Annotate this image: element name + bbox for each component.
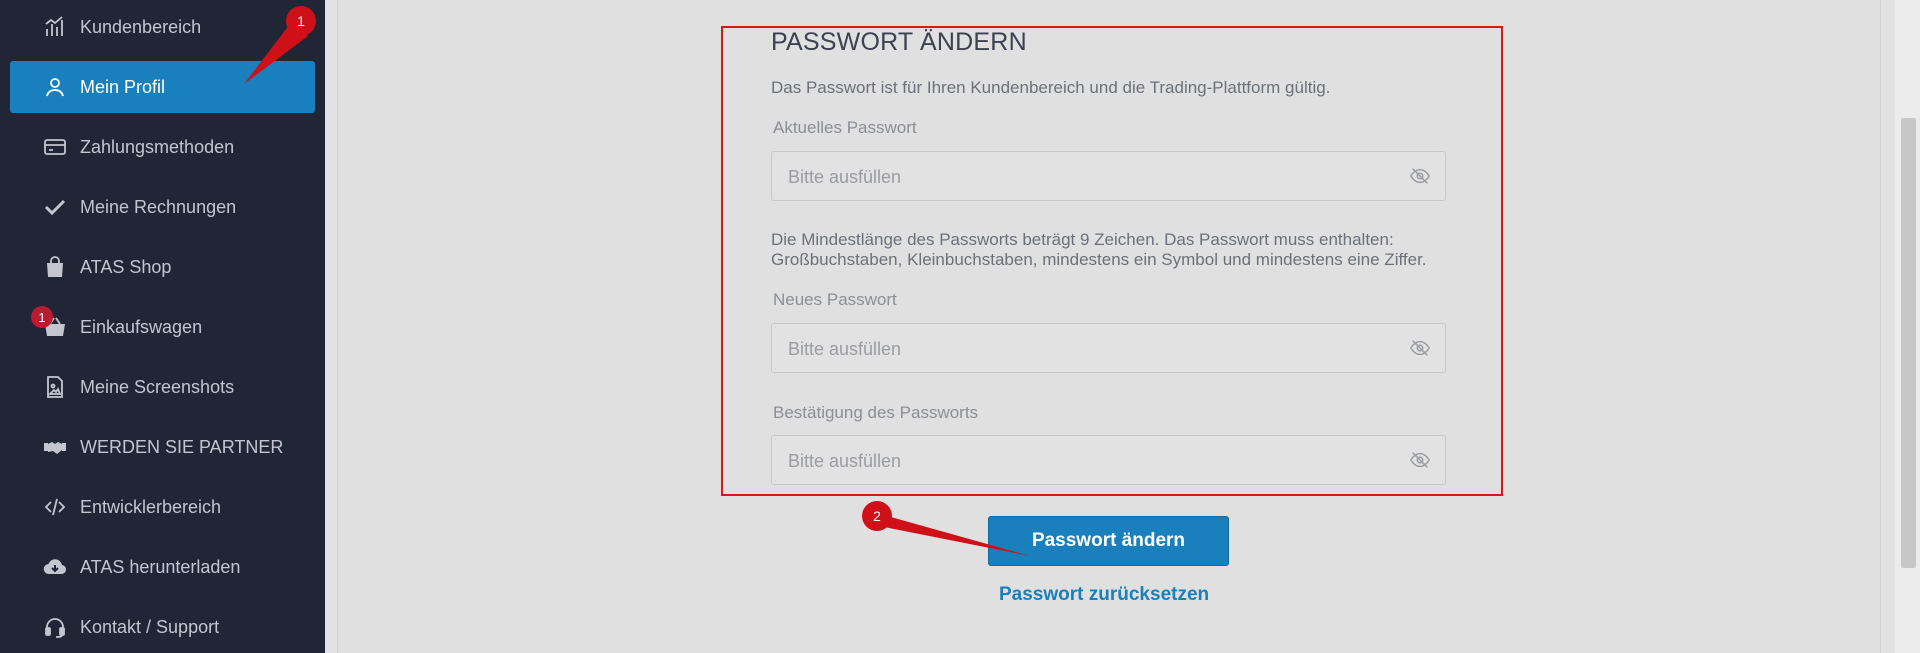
password-requirements-line1: Die Mindestlänge des Passworts beträgt 9…: [771, 230, 1394, 249]
sidebar-item-label: Einkaufswagen: [80, 316, 203, 337]
confirm-password-input[interactable]: [786, 436, 1390, 486]
eye-slash-icon[interactable]: [1409, 338, 1431, 358]
reset-password-link[interactable]: Passwort zurücksetzen: [999, 584, 1209, 606]
confirm-password-label: Bestätigung des Passworts: [773, 403, 979, 422]
image-file-icon: [42, 374, 68, 400]
sidebar-item-label: Zahlungsmethoden: [80, 136, 235, 157]
sidebar-item-label: Kontakt / Support: [80, 616, 220, 637]
chart-bars-icon: [42, 14, 68, 40]
cart-count-badge: 1: [31, 306, 53, 328]
password-requirements-line2: Großbuchstaben, Kleinbuchstaben, mindest…: [771, 250, 1427, 269]
shopping-bag-icon: [42, 254, 68, 280]
sidebar-item-atas-shop[interactable]: ATAS Shop: [10, 241, 315, 293]
current-password-label: Aktuelles Passwort: [773, 118, 917, 137]
user-icon: [42, 74, 68, 100]
credit-card-icon: [42, 134, 68, 160]
sidebar-item-meine-screenshots[interactable]: Meine Screenshots: [10, 361, 315, 413]
sidebar-item-label: ATAS Shop: [80, 256, 172, 277]
sidebar-item-label: Kundenbereich: [80, 16, 202, 37]
current-password-input[interactable]: [786, 152, 1390, 202]
sidebar-item-label: Entwicklerbereich: [80, 496, 222, 517]
page-title: PASSWORT ÄNDERN: [771, 28, 1027, 56]
scrollbar-thumb[interactable]: [1901, 118, 1916, 568]
headset-icon: [42, 614, 68, 640]
cloud-download-icon: [42, 554, 68, 580]
sidebar-item-mein-profil[interactable]: Mein Profil: [10, 61, 315, 113]
handshake-icon: [42, 434, 68, 460]
sidebar-item-label: WERDEN SIE PARTNER: [80, 436, 284, 457]
sidebar-item-meine-rechnungen[interactable]: Meine Rechnungen: [10, 181, 315, 233]
eye-slash-icon[interactable]: [1409, 450, 1431, 470]
sidebar-item-einkaufswagen[interactable]: Einkaufswagen: [10, 301, 315, 353]
eye-slash-icon[interactable]: [1409, 166, 1431, 186]
sidebar-item-label: ATAS herunterladen: [80, 556, 241, 577]
annotation-badge-2: 2: [862, 501, 892, 531]
sidebar-item-entwicklerbereich[interactable]: Entwicklerbereich: [10, 481, 315, 533]
annotation-badge-1: 1: [286, 6, 316, 36]
new-password-field[interactable]: [771, 323, 1446, 374]
confirm-password-field[interactable]: [771, 435, 1446, 486]
sidebar-item-kundenbereich[interactable]: Kundenbereich: [10, 1, 315, 53]
sidebar: Kundenbereich Mein Profil Zahlungsmethod…: [0, 0, 325, 653]
sidebar-item-label: Mein Profil: [80, 76, 166, 97]
new-password-label: Neues Passwort: [773, 290, 897, 309]
sidebar-item-label: Meine Rechnungen: [80, 196, 237, 217]
password-description: Das Passwort ist für Ihren Kundenbereich…: [771, 78, 1331, 97]
sidebar-item-kontakt-support[interactable]: Kontakt / Support: [10, 601, 315, 653]
sidebar-item-label: Meine Screenshots: [80, 376, 235, 397]
checkmark-icon: [42, 194, 68, 220]
current-password-field[interactable]: [771, 151, 1446, 202]
sidebar-item-werden-sie-partner[interactable]: WERDEN SIE PARTNER: [10, 421, 315, 473]
code-icon: [42, 494, 68, 520]
sidebar-item-zahlungsmethoden[interactable]: Zahlungsmethoden: [10, 121, 315, 173]
new-password-input[interactable]: [786, 324, 1390, 374]
sidebar-item-atas-herunterladen[interactable]: ATAS herunterladen: [10, 541, 315, 593]
change-password-button[interactable]: Passwort ändern: [988, 516, 1229, 566]
